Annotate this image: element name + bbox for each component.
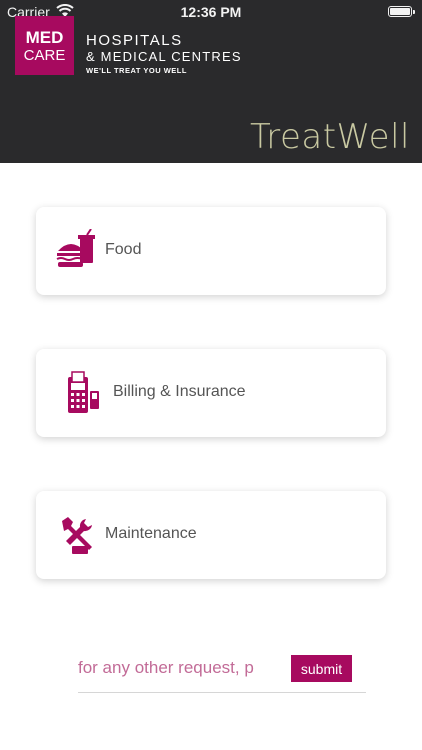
hospital-name: HOSPITALS & MEDICAL CENTRES WE'LL TREAT …: [86, 32, 242, 77]
maintenance-icon: [62, 517, 92, 554]
hospital-title-line1: HOSPITALS: [86, 32, 183, 49]
service-card-billing[interactable]: Billing & Insurance: [36, 349, 386, 437]
hospital-title-line2: & MEDICAL CENTRES: [86, 49, 242, 64]
input-underline: [78, 692, 366, 693]
submit-button[interactable]: submit: [291, 655, 352, 682]
battery-icon: [388, 6, 415, 17]
logo-line1: MED: [25, 28, 64, 47]
service-label-billing: Billing & Insurance: [113, 383, 246, 400]
service-label-food: Food: [105, 241, 142, 258]
service-card-food[interactable]: Food: [36, 207, 386, 295]
billing-icon: [68, 371, 99, 413]
service-card-maintenance[interactable]: Maintenance: [36, 491, 386, 579]
hospital-tagline: WE'LL TREAT YOU WELL: [86, 66, 187, 75]
header: Carrier 12:36 PM MED CARE HOSPITALS & ME…: [0, 0, 422, 163]
logo-line2: CARE: [23, 47, 66, 64]
other-request-input[interactable]: [78, 654, 288, 682]
food-icon: [56, 229, 95, 267]
service-label-maintenance: Maintenance: [105, 525, 197, 542]
brand-title: TreatWell: [249, 117, 410, 157]
logo: MED CARE: [15, 16, 74, 75]
